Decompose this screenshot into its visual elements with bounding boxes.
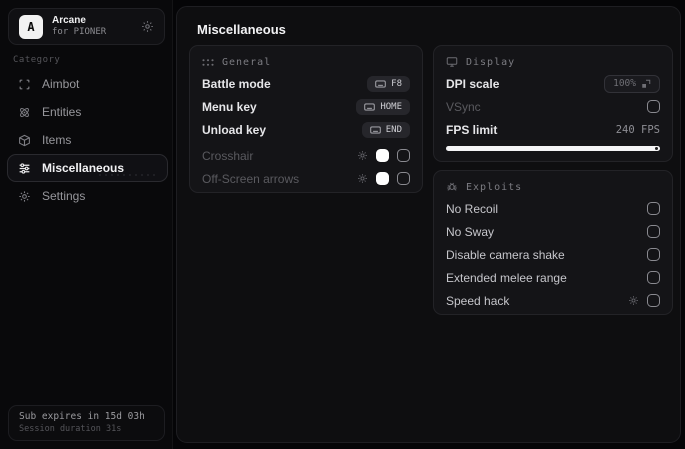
subscription-info: Sub expires in 15d 03h Session duration … (8, 405, 165, 441)
extended-melee-range-row: Extended melee range (434, 266, 672, 289)
unload-key-keybind-button[interactable]: END (361, 121, 410, 138)
speed-hack-settings-gear-icon[interactable] (628, 295, 639, 306)
active-item-dots-decoration (97, 172, 159, 178)
sidebar-item-label: Entities (42, 105, 82, 119)
extended-melee-range-label: Extended melee range (446, 270, 567, 285)
monitor-icon (446, 56, 458, 68)
dpi-scale-label: DPI scale (446, 76, 500, 91)
crosshair-checkbox[interactable] (397, 149, 410, 162)
speed-hack-row: Speed hack (434, 289, 672, 312)
exploits-card: Exploits No Recoil No Sway Disable camer… (433, 170, 673, 315)
speed-hack-checkbox[interactable] (647, 294, 660, 307)
gear-icon (18, 190, 31, 203)
sidebar-nav: Aimbot Entities Items Miscellaneous Sett… (7, 70, 168, 210)
sidebar-item-label: Settings (42, 189, 86, 203)
keyboard-icon (369, 125, 381, 134)
crosshair-label: Crosshair (202, 148, 254, 163)
fps-slider-fill (446, 146, 660, 151)
sidebar-item-label: Items (42, 133, 72, 147)
offscreen-arrows-checkbox[interactable] (397, 172, 410, 185)
atom-icon (18, 106, 31, 119)
fps-limit-label: FPS limit (446, 122, 498, 137)
battle-mode-row: Battle mode F8 (190, 72, 422, 95)
no-recoil-row: No Recoil (434, 197, 672, 220)
fps-slider-handle[interactable] (655, 147, 658, 150)
no-recoil-checkbox[interactable] (647, 202, 660, 215)
menu-key-row: Menu key HOME (190, 95, 422, 118)
fps-limit-value: 240 FPS (615, 123, 660, 136)
fps-limit-slider[interactable] (446, 146, 660, 151)
keyboard-icon (375, 79, 387, 88)
sub-expiry-text: Sub expires in 15d 03h (19, 411, 145, 422)
battle-mode-label: Battle mode (202, 76, 271, 91)
offscreen-arrows-row: Off-Screen arrows (190, 167, 422, 190)
general-card-title: General (222, 56, 272, 68)
sidebar-item-entities[interactable]: Entities (7, 98, 168, 126)
no-recoil-label: No Recoil (446, 201, 499, 216)
sidebar-item-aimbot[interactable]: Aimbot (7, 70, 168, 98)
no-sway-row: No Sway (434, 220, 672, 243)
disable-camera-shake-checkbox[interactable] (647, 248, 660, 261)
sliders-icon (18, 162, 31, 175)
grid-dots-icon (202, 58, 214, 67)
speed-hack-label: Speed hack (446, 293, 510, 308)
dpi-scale-button[interactable]: 100% (604, 74, 660, 93)
session-duration-text: Session duration 31s (19, 424, 122, 434)
crosshair-row: Crosshair (190, 144, 422, 167)
main-panel: Miscellaneous General Battle mode F8 Men… (176, 6, 681, 443)
app-window: A Arcane for PIONER Category Aimbot Enti… (0, 0, 685, 449)
sidebar-item-miscellaneous[interactable]: Miscellaneous (7, 154, 168, 182)
general-card: General Battle mode F8 Menu key HOME Unl… (189, 45, 423, 193)
battle-mode-keybind-button[interactable]: F8 (367, 75, 410, 92)
no-sway-checkbox[interactable] (647, 225, 660, 238)
unload-key-row: Unload key END (190, 118, 422, 141)
scale-resize-icon (642, 79, 651, 88)
keyboard-icon (364, 102, 376, 111)
app-name: Arcane (52, 14, 86, 26)
header-settings-icon[interactable] (141, 20, 154, 33)
category-label: Category (13, 55, 61, 65)
offscreen-arrows-label: Off-Screen arrows (202, 171, 300, 186)
bug-icon (446, 181, 458, 193)
scan-icon (18, 78, 31, 91)
display-card: Display DPI scale 100% VSync FPS limit 2… (433, 45, 673, 162)
vsync-label: VSync (446, 99, 481, 114)
no-sway-label: No Sway (446, 224, 495, 239)
unload-key-label: Unload key (202, 122, 267, 137)
menu-key-label: Menu key (202, 99, 257, 114)
sidebar-item-settings[interactable]: Settings (7, 182, 168, 210)
menu-key-keybind-button[interactable]: HOME (356, 98, 410, 115)
crosshair-color-swatch[interactable] (376, 149, 389, 162)
page-title: Miscellaneous (197, 22, 286, 37)
fps-limit-row: FPS limit 240 FPS (434, 118, 672, 141)
disable-camera-shake-label: Disable camera shake (446, 247, 565, 262)
extended-melee-range-checkbox[interactable] (647, 271, 660, 284)
display-card-title: Display (466, 56, 516, 68)
dpi-scale-row: DPI scale 100% (434, 72, 672, 95)
offscreen-arrows-settings-gear-icon[interactable] (357, 173, 368, 184)
app-subtitle: for PIONER (52, 27, 107, 38)
sidebar: A Arcane for PIONER Category Aimbot Enti… (0, 0, 173, 449)
crosshair-settings-gear-icon[interactable] (357, 150, 368, 161)
disable-camera-shake-row: Disable camera shake (434, 243, 672, 266)
app-logo: A (19, 14, 43, 39)
vsync-checkbox[interactable] (647, 100, 660, 113)
app-header: A Arcane for PIONER (8, 8, 165, 45)
offscreen-arrows-color-swatch[interactable] (376, 172, 389, 185)
vsync-row: VSync (434, 95, 672, 118)
sidebar-item-items[interactable]: Items (7, 126, 168, 154)
exploits-card-title: Exploits (466, 181, 523, 193)
box-icon (18, 134, 31, 147)
sidebar-item-label: Aimbot (42, 77, 80, 91)
